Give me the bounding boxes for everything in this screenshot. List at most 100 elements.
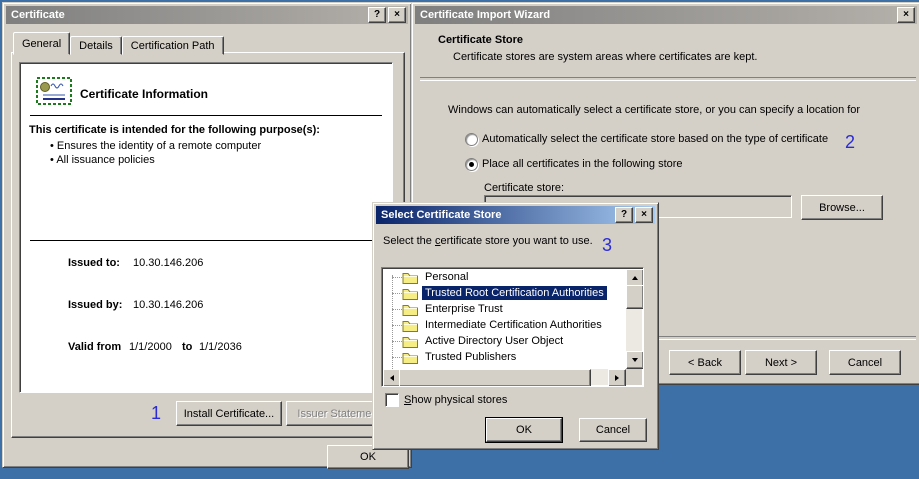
wizard-title: Certificate Import Wizard bbox=[420, 9, 551, 21]
certificate-icon bbox=[36, 77, 72, 108]
certificate-dialog-titlebar[interactable]: Certificate ? × bbox=[6, 6, 408, 24]
purpose-heading: This certificate is intended for the fol… bbox=[29, 124, 320, 136]
wizard-cancel-button[interactable]: Cancel bbox=[829, 350, 901, 375]
wizard-titlebar[interactable]: Certificate Import Wizard × bbox=[415, 6, 917, 24]
valid-from-value: 1/1/2000 bbox=[129, 341, 172, 353]
show-physical-post: how physical stores bbox=[411, 394, 508, 406]
store-instruction-post: ertificate store you want to use. bbox=[440, 235, 593, 247]
divider bbox=[30, 115, 382, 116]
wizard-page-subtitle: Certificate stores are system areas wher… bbox=[453, 51, 758, 63]
certificate-tabs: General Details Certification Path bbox=[13, 32, 224, 55]
scroll-right-button[interactable] bbox=[608, 369, 626, 386]
valid-to-value: 1/1/2036 bbox=[199, 341, 242, 353]
close-icon[interactable]: × bbox=[635, 207, 653, 223]
divider bbox=[420, 77, 916, 81]
tree-connector bbox=[392, 276, 402, 278]
tree-connector bbox=[392, 356, 402, 358]
certificate-info-heading: Certificate Information bbox=[80, 87, 209, 101]
purpose-item: All issuance policies bbox=[50, 154, 154, 166]
issued-by-label: Issued by: bbox=[68, 299, 123, 311]
scroll-down-button[interactable] bbox=[626, 351, 643, 369]
install-certificate-label: Install Certificate... bbox=[183, 407, 275, 420]
next-label: Next > bbox=[764, 356, 798, 369]
issued-by-value: 10.30.146.206 bbox=[133, 299, 204, 311]
annotation-step-2: 2 bbox=[845, 132, 856, 152]
browse-label: Browse... bbox=[819, 201, 865, 214]
close-icon[interactable]: × bbox=[897, 7, 915, 23]
tab-certification-path[interactable]: Certification Path bbox=[121, 36, 224, 55]
certificate-dialog-title: Certificate bbox=[11, 9, 65, 21]
show-physical-stores-checkbox[interactable] bbox=[385, 393, 399, 407]
scroll-down-icon bbox=[632, 358, 638, 362]
tree-item-trusted-root[interactable]: Trusted Root Certification Authorities bbox=[383, 285, 626, 301]
folder-icon bbox=[402, 335, 418, 348]
store-dialog-title: Select Certificate Store bbox=[381, 209, 502, 221]
wizard-intro-text: Windows can automatically select a certi… bbox=[448, 104, 861, 116]
tree-item-ad-user-object[interactable]: Active Directory User Object bbox=[383, 333, 626, 349]
tree-item-label: Active Directory User Object bbox=[425, 335, 564, 347]
scroll-up-icon bbox=[632, 276, 638, 280]
issuer-statement-label: Issuer Statement bbox=[297, 407, 381, 420]
tree-item-label: Personal bbox=[425, 271, 469, 283]
radio-place-all-label[interactable]: Place all certificates in the following … bbox=[482, 158, 683, 170]
tree-item-label: Intermediate Certification Authorities bbox=[425, 319, 602, 331]
tree-item-label: Enterprise Trust bbox=[425, 303, 503, 315]
store-ok-button[interactable]: OK bbox=[486, 418, 562, 442]
install-certificate-button[interactable]: Install Certificate... bbox=[176, 401, 282, 426]
certificate-info-panel: Certificate Information This certificate… bbox=[19, 62, 393, 393]
store-cancel-button[interactable]: Cancel bbox=[579, 418, 647, 442]
scroll-right-icon bbox=[615, 375, 619, 381]
radio-auto-select[interactable] bbox=[465, 133, 478, 146]
tree-item-intermediate[interactable]: Intermediate Certification Authorities bbox=[383, 317, 626, 333]
vertical-scrollbar[interactable] bbox=[626, 269, 643, 369]
certificate-dialog: Certificate ? × General Details Certific… bbox=[2, 2, 412, 469]
tree-connector bbox=[392, 292, 402, 294]
store-ok-label: OK bbox=[516, 424, 532, 436]
store-cancel-label: Cancel bbox=[595, 424, 631, 436]
folder-icon bbox=[402, 351, 418, 364]
store-instruction: Select the certificate store you want to… bbox=[383, 235, 593, 247]
folder-icon bbox=[402, 303, 418, 316]
tree-connector bbox=[392, 340, 402, 342]
tree-item-label: Trusted Root Certification Authorities bbox=[422, 286, 607, 300]
tab-general[interactable]: General bbox=[13, 32, 71, 55]
show-physical-stores-label[interactable]: Show physical stores bbox=[404, 394, 507, 406]
valid-from-label: Valid from bbox=[68, 341, 122, 353]
browse-button[interactable]: Browse... bbox=[801, 195, 883, 220]
store-dialog-titlebar[interactable]: Select Certificate Store ? × bbox=[376, 206, 655, 224]
issued-to-label: Issued to: bbox=[68, 257, 120, 269]
tree-rows: Personal Trusted Root Certification Auth… bbox=[383, 269, 626, 369]
annotation-step-3: 3 bbox=[602, 235, 613, 255]
valid-to-label: to bbox=[182, 341, 193, 353]
help-icon[interactable]: ? bbox=[368, 7, 386, 23]
tree-item-enterprise-trust[interactable]: Enterprise Trust bbox=[383, 301, 626, 317]
tree-item-personal[interactable]: Personal bbox=[383, 269, 626, 285]
radio-auto-select-label[interactable]: Automatically select the certificate sto… bbox=[482, 133, 828, 145]
certificate-store-tree: Personal Trusted Root Certification Auth… bbox=[381, 267, 644, 387]
tab-details[interactable]: Details bbox=[70, 36, 122, 55]
back-label: < Back bbox=[688, 356, 722, 369]
back-button[interactable]: < Back bbox=[669, 350, 741, 375]
wizard-cancel-label: Cancel bbox=[847, 356, 883, 369]
vertical-scroll-thumb[interactable] bbox=[626, 285, 643, 309]
tree-item-label: Trusted Publishers bbox=[425, 351, 517, 363]
radio-place-all[interactable] bbox=[465, 158, 478, 171]
purpose-item: Ensures the identity of a remote compute… bbox=[50, 140, 261, 152]
certificate-store-label: Certificate store: bbox=[484, 182, 565, 194]
annotation-step-1: 1 bbox=[151, 403, 162, 423]
certificate-ok-label: OK bbox=[360, 451, 376, 463]
close-icon[interactable]: × bbox=[388, 7, 406, 23]
tree-item-trusted-publishers[interactable]: Trusted Publishers bbox=[383, 349, 626, 365]
horizontal-scroll-thumb[interactable] bbox=[399, 369, 591, 386]
next-button[interactable]: Next > bbox=[745, 350, 817, 375]
horizontal-scrollbar[interactable] bbox=[383, 369, 626, 386]
tree-connector bbox=[392, 324, 402, 326]
divider bbox=[30, 240, 382, 241]
folder-icon bbox=[402, 319, 418, 332]
issued-to-value: 10.30.146.206 bbox=[133, 257, 204, 269]
scroll-left-icon bbox=[390, 375, 394, 381]
store-instruction-pre: Select the bbox=[383, 235, 435, 247]
help-icon[interactable]: ? bbox=[615, 207, 633, 223]
tree-connector bbox=[392, 308, 402, 310]
select-certificate-store-dialog: Select Certificate Store ? × Select the … bbox=[372, 202, 659, 450]
